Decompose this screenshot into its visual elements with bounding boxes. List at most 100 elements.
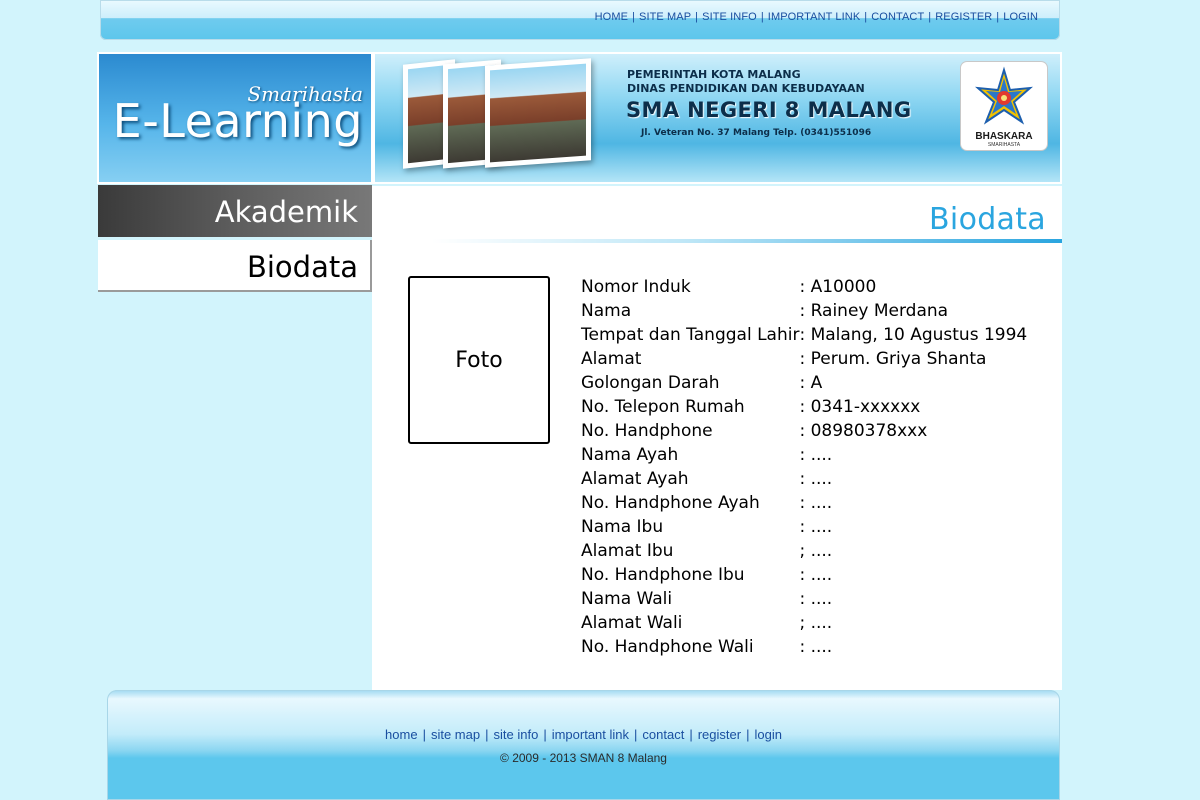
photo-placeholder-label: Foto xyxy=(455,347,503,373)
field-label: Tempat dan Tanggal Lahir xyxy=(581,325,800,345)
sidebar-item-label: Biodata xyxy=(246,250,358,284)
emblem-star-icon xyxy=(974,66,1034,125)
footer: home | site map | site info | important link | c… xyxy=(107,690,1060,800)
footer-site-info-link[interactable]: site info xyxy=(494,727,539,742)
footer-contact-link[interactable]: contact xyxy=(642,727,684,742)
field-value: : .... xyxy=(799,565,833,585)
footer-separator: | xyxy=(422,727,426,742)
table-row: Alamat Ayah : .... xyxy=(578,467,1027,491)
school-name: SMA NEGERI 8 MALANG xyxy=(626,98,912,122)
field-value: : .... xyxy=(799,469,833,489)
top-nav-important-link-link[interactable]: IMPORTANT LINK xyxy=(768,11,860,23)
footer-separator: | xyxy=(543,727,547,742)
top-nav-separator: | xyxy=(864,11,868,23)
top-nav-separator: | xyxy=(695,11,699,23)
footer-site-map-link[interactable]: site map xyxy=(431,727,480,742)
footer-login-link[interactable]: login xyxy=(754,727,781,742)
field-value: : .... xyxy=(799,589,833,609)
field-value: : Perum. Griya Shanta xyxy=(799,349,987,369)
field-value: : .... xyxy=(799,493,833,513)
field-label: Nama Ayah xyxy=(581,445,679,465)
footer-separator: | xyxy=(689,727,693,742)
footer-register-link[interactable]: register xyxy=(698,727,741,742)
field-label: Nama Ibu xyxy=(581,517,664,537)
table-row: Nomor Induk : A10000 xyxy=(578,275,1027,299)
table-row: Golongan Darah : A xyxy=(578,371,1027,395)
top-nav-separator: | xyxy=(760,11,764,23)
field-value: : Rainey Merdana xyxy=(799,301,949,321)
school-emblem: BHASKARA SMARIHASTA xyxy=(961,62,1047,150)
table-row: No. Handphone Ayah : .... xyxy=(578,491,1027,515)
table-row: Nama Wali : .... xyxy=(578,587,1027,611)
profile-photo-placeholder: Foto xyxy=(408,276,550,444)
field-label: No. Telepon Rumah xyxy=(581,397,745,417)
field-value: : A xyxy=(799,373,823,393)
government-title: PEMERINTAH KOTA MALANG xyxy=(627,68,801,81)
top-nav-register-link[interactable]: REGISTER xyxy=(935,11,992,23)
footer-home-link[interactable]: home xyxy=(385,727,418,742)
table-row: Nama Ibu : .... xyxy=(578,515,1027,539)
table-row: Nama Ayah : .... xyxy=(578,443,1027,467)
top-nav-login-link[interactable]: LOGIN xyxy=(1003,11,1038,23)
top-nav-separator: | xyxy=(928,11,932,23)
table-row: No. Handphone : 08980378xxx xyxy=(578,419,1027,443)
sidebar-item-biodata[interactable]: Biodata xyxy=(98,240,372,292)
table-row: Nama : Rainey Merdana xyxy=(578,299,1027,323)
field-label: No. Handphone Wali xyxy=(581,637,754,657)
field-label: No. Handphone Ibu xyxy=(581,565,745,585)
sidebar-item-akademik[interactable]: Akademik xyxy=(98,185,372,237)
field-value: : 0341-xxxxxx xyxy=(799,397,921,417)
field-value: : .... xyxy=(799,445,833,465)
table-row: Alamat Ibu ; .... xyxy=(578,539,1027,563)
top-nav-separator: | xyxy=(996,11,1000,23)
top-nav-site-info-link[interactable]: SITE INFO xyxy=(702,11,757,23)
top-nav-home-link[interactable]: HOME xyxy=(595,11,628,23)
emblem-name: BHASKARA xyxy=(975,131,1033,142)
department-title: DINAS PENDIDIKAN DAN KEBUDAYAAN xyxy=(627,82,865,95)
school-photo-3 xyxy=(485,58,591,168)
logo-title: E-Learning xyxy=(112,94,363,148)
table-row: Alamat : Perum. Griya Shanta xyxy=(578,347,1027,371)
sidebar-item-label: Akademik xyxy=(214,195,358,229)
copyright-text: © 2009 - 2013 SMAN 8 Malang xyxy=(500,751,667,765)
top-nav: HOME | SITE MAP | SITE INFO | IMPORTANT LINK | C… xyxy=(595,11,1038,23)
page-title: Biodata xyxy=(929,202,1046,237)
heading-divider xyxy=(432,239,1062,243)
field-label: Alamat xyxy=(581,349,642,369)
field-label: Golongan Darah xyxy=(581,373,720,393)
footer-separator: | xyxy=(634,727,638,742)
field-value: : .... xyxy=(799,637,833,657)
table-row: Alamat Wali ; .... xyxy=(578,611,1027,635)
top-nav-contact-link[interactable]: CONTACT xyxy=(871,11,924,23)
table-row: No. Handphone Wali : .... xyxy=(578,635,1027,659)
site-logo[interactable]: Smarihasta E-Learning xyxy=(97,52,373,184)
footer-nav: home | site map | site info | important link | c… xyxy=(107,727,1060,742)
main-content: Biodata Foto Nomor Induk : A10000 Nama : R… xyxy=(372,186,1062,690)
field-label: No. Handphone xyxy=(581,421,713,441)
biodata-table: Nomor Induk : A10000 Nama : Rainey Merdana… xyxy=(578,275,1027,659)
field-label: Alamat Ibu xyxy=(581,541,674,561)
field-label: Nama Wali xyxy=(581,589,673,609)
school-banner: PEMERINTAH KOTA MALANG DINAS PENDIDIKAN … xyxy=(373,52,1062,184)
field-value: ; .... xyxy=(799,613,833,633)
table-row: No. Telepon Rumah : 0341-xxxxxx xyxy=(578,395,1027,419)
field-value: ; .... xyxy=(799,541,833,561)
top-nav-bar: HOME | SITE MAP | SITE INFO | IMPORTANT LINK | C… xyxy=(100,0,1060,40)
table-row: Tempat dan Tanggal Lahir: Malang, 10 Agu… xyxy=(578,323,1027,347)
field-label: Nomor Induk xyxy=(581,277,691,297)
footer-separator: | xyxy=(746,727,750,742)
field-label: Alamat Ayah xyxy=(581,469,689,489)
school-address: Jl. Veteran No. 37 Malang Telp. (0341)55… xyxy=(641,128,872,138)
footer-separator: | xyxy=(485,727,489,742)
field-value: : .... xyxy=(799,517,833,537)
top-nav-separator: | xyxy=(632,11,636,23)
top-nav-site-map-link[interactable]: SITE MAP xyxy=(639,11,691,23)
table-row: No. Handphone Ibu : .... xyxy=(578,563,1027,587)
field-label: Nama xyxy=(581,301,632,321)
field-value: : 08980378xxx xyxy=(799,421,928,441)
emblem-subtitle: SMARIHASTA xyxy=(987,142,1021,148)
field-label: No. Handphone Ayah xyxy=(581,493,760,513)
field-value: : A10000 xyxy=(799,277,877,297)
field-value: : Malang, 10 Agustus 1994 xyxy=(799,325,1028,345)
footer-important-link-link[interactable]: important link xyxy=(552,727,629,742)
